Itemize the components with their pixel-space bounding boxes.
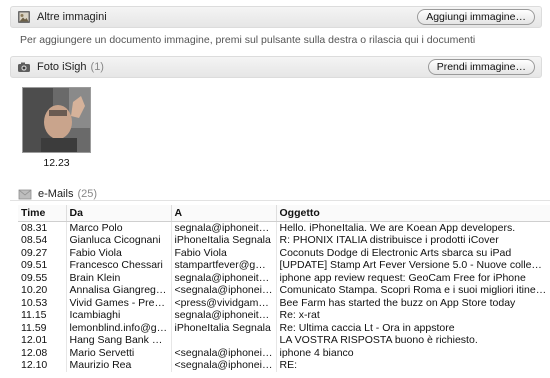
cell-subject: Hello. iPhoneItalia. We are Koean App de… — [276, 221, 550, 234]
cell-subject: R: PHONIX ITALIA distribuisce i prodotti… — [276, 234, 550, 247]
envelope-icon — [18, 187, 32, 201]
cell-subject: RE: — [276, 359, 550, 372]
cell-time: 09.51 — [18, 259, 67, 272]
emails-title: e-Mails — [38, 188, 74, 200]
table-row[interactable]: 09.27 Fabio Viola Fabio Viola Coconuts Dodg… — [18, 246, 550, 259]
foto-isight-count: (1) — [90, 61, 104, 73]
cell-from: lemonblind.info@gm… — [66, 321, 172, 334]
altre-immagini-header: Altre immagini Aggiungi immagine… — [10, 6, 542, 28]
cell-subject: Bee Farm has started the buzz on App Sto… — [276, 296, 550, 309]
cell-time: 12.08 — [18, 346, 67, 359]
image-icon — [17, 10, 31, 24]
emails-count: (25) — [77, 188, 98, 200]
drop-hint-text: Per aggiungere un documento immagine, pr… — [20, 34, 476, 46]
cell-time: 09.27 — [18, 246, 67, 259]
table-row[interactable]: 09.55 Brain Klein segnala@iphoneitali… ipho… — [18, 271, 550, 284]
cell-from: Hang Sang Bank Limited — [66, 334, 172, 347]
cell-from: Brain Klein — [66, 271, 172, 284]
column-header-da[interactable]: Da — [66, 205, 172, 222]
cell-from: Vivid Games - Press … — [66, 296, 172, 309]
cell-to: <segnala@iphoneitali… — [171, 346, 277, 359]
cell-from: Marco Polo — [66, 221, 172, 234]
cell-to: Fabio Viola — [171, 246, 277, 259]
cell-subject: Re: Ultima caccia Lt - Ora in appstore — [276, 321, 550, 334]
table-row[interactable]: 08.54 Gianluca Cicognani iPhoneItalia Segn… — [18, 234, 550, 247]
table-row[interactable]: 11.59 lemonblind.info@gm… iPhoneItalia Seg… — [18, 321, 550, 334]
altre-immagini-title: Altre immagini — [37, 11, 107, 23]
table-row[interactable]: 10.53 Vivid Games - Press … <press@vividga… — [18, 296, 550, 309]
cell-from: Fabio Viola — [66, 246, 172, 259]
column-header-time[interactable]: Time — [18, 205, 67, 222]
cell-subject: Re: x-rat — [276, 309, 550, 322]
cell-to: segnala@iphoneitali… — [171, 221, 277, 234]
cell-to: iPhoneItalia Segnala — [171, 321, 277, 334]
cell-time: 09.55 — [18, 271, 67, 284]
cell-time: 10.53 — [18, 296, 67, 309]
emails-table: Time Da A Oggetto 08.31 Marco Polo segnala… — [18, 205, 550, 372]
cell-to: <segnala@iphoneitali… — [171, 284, 277, 297]
cell-from: Icambiaghi — [66, 309, 172, 322]
add-image-button[interactable]: Aggiungi immagine… — [417, 9, 535, 25]
cell-to: stampartfever@gmail… — [171, 259, 277, 272]
cell-time: 08.54 — [18, 234, 67, 247]
foto-isight-title: Foto iSigh — [37, 61, 87, 73]
cell-from: Gianluca Cicognani — [66, 234, 172, 247]
camera-icon — [17, 60, 31, 74]
cell-time: 08.31 — [18, 221, 67, 234]
cell-time: 11.59 — [18, 321, 67, 334]
table-row[interactable]: 09.51 Francesco Chessari stampartfever@gma… — [18, 259, 550, 272]
cell-to: <press@vividgames.… — [171, 296, 277, 309]
table-row[interactable]: 12.08 Mario Servetti <segnala@iphoneitali…… — [18, 346, 550, 359]
table-row[interactable]: 10.20 Annalisa Giangregorio <segnala@iphon… — [18, 284, 550, 297]
column-header-oggetto[interactable]: Oggetto — [276, 205, 550, 222]
table-row[interactable]: 12.10 Maurizio Rea <segnala@iphoneitali… RE… — [18, 359, 550, 372]
photo-caption: 12.23 — [43, 157, 70, 169]
cell-subject: [UPDATE] Stamp Art Fever Versione 5.0 - … — [276, 259, 550, 272]
cell-to — [171, 334, 277, 347]
emails-header: e-Mails (25) — [18, 187, 97, 201]
table-row[interactable]: 08.31 Marco Polo segnala@iphoneitali… Hello… — [18, 221, 550, 234]
cell-subject: Comunicato Stampa. Scopri Roma e i suoi … — [276, 284, 550, 297]
cell-to: <segnala@iphoneitali… — [171, 359, 277, 372]
table-row[interactable]: 12.01Hang Sang Bank Limited LA VOSTRA RIS… — [18, 334, 550, 347]
cell-to: segnala@iphoneitali… — [171, 309, 277, 322]
cell-from: Annalisa Giangregorio — [66, 284, 172, 297]
foto-isight-header: Foto iSigh (1) Prendi immagine… — [10, 56, 542, 78]
section-divider — [10, 200, 550, 201]
cell-time: 12.01 — [18, 334, 67, 347]
table-header-row: Time Da A Oggetto — [18, 205, 550, 222]
cell-subject: LA VOSTRA RISPOSTA buono è richiesto. — [276, 334, 550, 347]
cell-subject: iphone 4 bianco — [276, 346, 550, 359]
cell-time: 10.20 — [18, 284, 67, 297]
cell-subject: iphone app review request: GeoCam Free f… — [276, 271, 550, 284]
cell-time: 12.10 — [18, 359, 67, 372]
cell-from: Mario Servetti — [66, 346, 172, 359]
isight-photo-thumbnail[interactable] — [22, 87, 91, 153]
cell-from: Maurizio Rea — [66, 359, 172, 372]
take-picture-button[interactable]: Prendi immagine… — [427, 59, 535, 75]
cell-subject: Coconuts Dodge di Electronic Arts sbarca… — [276, 246, 550, 259]
cell-to: segnala@iphoneitali… — [171, 271, 277, 284]
cell-time: 11.15 — [18, 309, 67, 322]
cell-to: iPhoneItalia Segnala — [171, 234, 277, 247]
column-header-a[interactable]: A — [171, 205, 277, 222]
table-row[interactable]: 11.15 Icambiaghi segnala@iphoneitali… Re: x… — [18, 309, 550, 322]
cell-from: Francesco Chessari — [66, 259, 172, 272]
